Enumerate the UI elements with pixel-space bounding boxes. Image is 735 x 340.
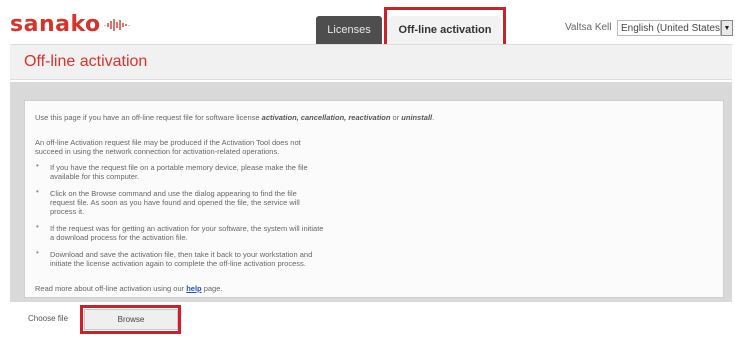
intro-text: Use this page if you have an off-line re… bbox=[35, 113, 435, 122]
bullet-1-line-2: available for this computer. bbox=[50, 172, 140, 181]
bullet-marker: • bbox=[36, 187, 39, 196]
bullet-marker: • bbox=[36, 222, 39, 231]
bullet-1-line-1: If you have the request file on a portab… bbox=[50, 163, 308, 172]
tab-highlight-box bbox=[384, 7, 506, 47]
logo-text: sanako bbox=[10, 12, 101, 37]
title-bar: Off-line activation bbox=[10, 44, 732, 80]
bullet-marker: • bbox=[36, 248, 39, 257]
language-select[interactable]: English (United States) bbox=[617, 20, 721, 36]
choose-file-label: Choose file bbox=[28, 314, 69, 323]
note-line-2: succeed in using the network connection … bbox=[35, 147, 280, 156]
bullet-2-line-2: request file. As soon as you have found … bbox=[50, 198, 300, 207]
tab-licenses[interactable]: Licenses bbox=[316, 16, 382, 44]
bullet-4-line-1: Download and save the activation file, t… bbox=[50, 250, 313, 259]
page-title: Off-line activation bbox=[24, 53, 148, 70]
bullet-3-line-2: a download process for the activation fi… bbox=[50, 233, 188, 242]
bullet-marker: • bbox=[36, 161, 39, 170]
note-line-1: An off-line Activation request file may … bbox=[35, 138, 301, 147]
user-name: Valtsa Kell bbox=[565, 22, 612, 33]
sound-wave-icon bbox=[103, 18, 130, 32]
dropdown-arrow-icon[interactable]: ▼ bbox=[721, 20, 733, 36]
bullet-2-line-1: Click on the Browse command and use the … bbox=[50, 189, 297, 198]
browse-highlight-box bbox=[80, 305, 181, 334]
read-more-text: Read more about off-line activation usin… bbox=[35, 284, 223, 293]
bullet-4-line-2: initiate the license activation again to… bbox=[50, 259, 306, 268]
help-link[interactable]: help bbox=[186, 284, 201, 293]
bullet-2-line-3: process it. bbox=[50, 207, 85, 216]
bullet-3-line-1: If the request was for getting an activa… bbox=[50, 224, 324, 233]
sanako-logo: sanako bbox=[10, 12, 130, 37]
